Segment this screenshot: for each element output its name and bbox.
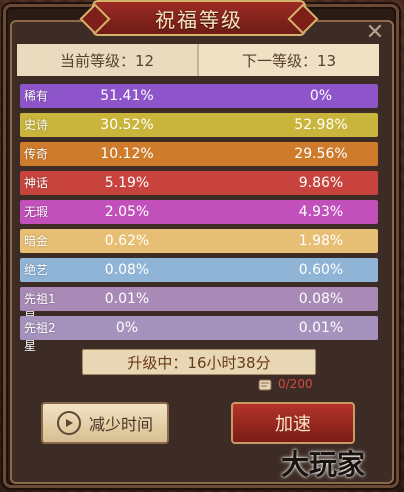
level-header: 当前等级：12 下一等级：13 [17,44,379,76]
speed-up-button[interactable]: 加速 [231,402,355,444]
rarity-next-rate: 0.08% [298,291,344,307]
rarity-next-rate: 1.98% [298,233,344,249]
rarity-current-rate: 51.41% [100,88,154,104]
rarity-name: 稀有 [24,89,49,103]
next-level: 下一等级：13 [199,44,379,76]
rarity-current-rate: 0.08% [104,262,150,278]
rarity-next-rate: 9.86% [298,175,344,191]
rarity-row: 稀有 51.41% 0% [20,84,378,108]
rarity-list: 稀有 51.41% 0% 史诗 30.52% 52.98% 传奇 10.12% … [20,84,378,353]
rarity-row: 无瑕 2.05% 4.93% [20,200,378,224]
rarity-name: 神话 [24,176,49,190]
close-icon[interactable]: ✕ [364,22,386,44]
rarity-row: 先祖2星 0% 0.01% [20,316,378,353]
play-icon [56,411,81,435]
rarity-current-rate: 10.12% [100,146,154,162]
rarity-current-rate: 0% [115,320,139,336]
rarity-next-rate: 0.01% [298,320,344,336]
rarity-row: 传奇 10.12% 29.56% [20,142,378,166]
rarity-row: 史诗 30.52% 52.98% [20,113,378,137]
rarity-name: 先祖1星 [24,292,56,324]
rarity-current-rate: 0.01% [104,291,150,307]
rarity-name: 绝艺 [24,263,49,277]
rarity-next-rate: 52.98% [294,117,348,133]
watermark: 大玩家 [281,448,366,481]
rarity-next-rate: 29.56% [294,146,348,162]
rarity-next-rate: 0.60% [298,262,344,278]
rarity-next-rate: 4.93% [298,204,344,220]
rarity-next-rate: 0% [309,88,333,104]
reduce-time-button[interactable]: 减少时间 [41,402,169,444]
current-level: 当前等级：12 [17,44,199,76]
rarity-name: 暗金 [24,234,49,248]
reduce-time-label: 减少时间 [88,415,153,434]
rarity-current-rate: 2.05% [104,204,150,220]
rarity-current-rate: 5.19% [104,175,150,191]
speed-up-label: 加速 [275,414,311,435]
rarity-name: 先祖2星 [24,321,56,353]
rarity-name: 无瑕 [24,205,49,219]
rarity-current-rate: 0.62% [104,233,150,249]
rarity-name: 传奇 [24,147,49,161]
dialog-title: 祝福等级 [155,7,243,32]
rarity-row: 神话 5.19% 9.86% [20,171,378,195]
rarity-row: 暗金 0.62% 1.98% [20,229,378,253]
rarity-name: 史诗 [24,118,49,132]
rarity-current-rate: 30.52% [100,117,154,133]
rarity-row: 先祖1星 0.01% 0.08% [20,287,378,324]
title-plate: 祝福等级 [92,0,306,36]
item-count: 0/200 [278,377,313,391]
scroll-icon [255,375,275,395]
upgrade-timer: 升级中：16小时38分 [82,349,316,375]
rarity-row: 绝艺 0.08% 0.60% [20,258,378,282]
